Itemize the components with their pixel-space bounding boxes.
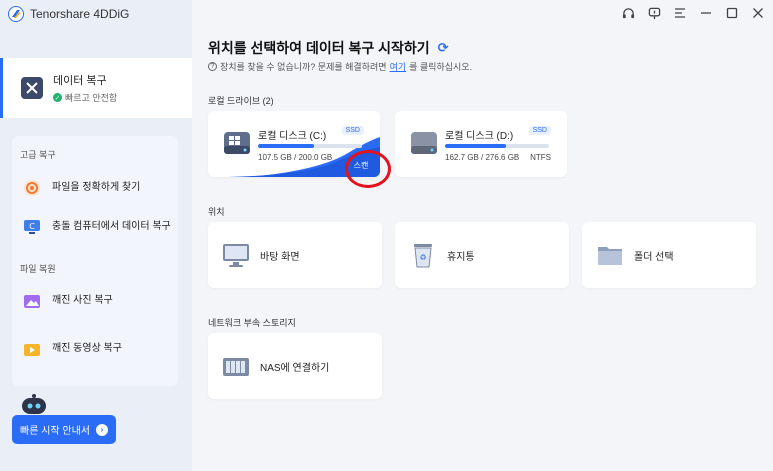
section-local-drives: 로컬 드라이브 (2) <box>208 96 274 106</box>
app-logo: Tenorshare 4DDiG <box>8 6 129 22</box>
video-icon <box>24 344 40 356</box>
sidebar: Tenorshare 4DDiG 데이터 복구 ✓ 빠르고 안전함 고급 복구 … <box>0 0 192 471</box>
sidebar-item-subtitle: ✓ 빠르고 안전함 <box>53 93 118 103</box>
svg-text:C: C <box>29 222 35 231</box>
drive-card-d[interactable]: 로컬 디스크 (D:) SSD 162.7 GB / 276.6 GB NTFS <box>395 111 567 177</box>
location-recycle-bin[interactable]: ♻ 휴지통 <box>395 222 569 288</box>
help-link[interactable]: 여기 <box>390 60 407 73</box>
location-select-folder[interactable]: 폴더 선택 <box>582 222 756 288</box>
main-content: 위치를 선택하여 데이터 복구 시작하기 ⟳ ? 장치를 찾을 수 없습니까? … <box>192 0 773 471</box>
drive-size: 107.5 GB / 200.0 GB <box>258 153 333 162</box>
computer-icon: C <box>24 220 40 234</box>
app-name: Tenorshare 4DDiG <box>30 7 130 21</box>
help-text: ? 장치를 찾을 수 없습니까? 문제를 해결하려면 여기 를 클릭하십시오. <box>208 60 472 73</box>
hard-drive-icon <box>224 132 250 154</box>
sidebar-item-crashed-pc[interactable]: C 충돌 컴퓨터에서 데이터 복구 <box>22 217 172 237</box>
hard-drive-icon <box>411 132 437 154</box>
maximize-icon[interactable] <box>725 6 739 20</box>
arrow-right-icon: › <box>95 423 108 436</box>
sidebar-item-label: 데이터 복구 <box>53 75 107 87</box>
headset-icon[interactable] <box>621 6 635 20</box>
tools-icon <box>21 77 43 99</box>
highlight-circle <box>345 150 391 188</box>
drive-name: 로컬 디스크 (D:) <box>445 131 514 142</box>
feedback-icon[interactable] <box>647 6 661 20</box>
close-icon[interactable] <box>751 6 765 20</box>
menu-icon[interactable] <box>673 6 687 20</box>
sidebar-item-photo-repair[interactable]: 깨진 사진 복구 <box>22 291 172 311</box>
sidebar-item-find-files[interactable]: 파일을 정확하게 찾기 <box>22 178 172 198</box>
ssd-badge: SSD <box>341 126 364 135</box>
sidebar-item-data-recovery[interactable]: 데이터 복구 ✓ 빠르고 안전함 <box>0 58 192 118</box>
usage-bar <box>445 144 549 148</box>
photo-icon <box>24 295 40 308</box>
section-label-file-repair: 파일 복원 <box>20 264 56 274</box>
monitor-icon <box>223 244 249 267</box>
check-icon: ✓ <box>53 93 62 102</box>
sidebar-item-video-repair[interactable]: 깨진 동영상 복구 <box>22 339 172 359</box>
target-icon <box>24 180 40 196</box>
recycle-bin-icon: ♻ <box>414 244 432 268</box>
section-network-storage: 네트워크 부속 스토리지 <box>208 318 296 328</box>
ssd-badge: SSD <box>528 126 551 135</box>
usage-bar-fill <box>258 144 315 148</box>
logo-icon <box>8 6 24 22</box>
usage-bar-fill <box>445 144 507 148</box>
drive-name: 로컬 디스크 (C:) <box>258 131 327 142</box>
question-icon: ? <box>208 62 217 71</box>
location-desktop[interactable]: 바탕 화면 <box>208 222 382 288</box>
section-label-advanced: 고급 복구 <box>20 150 56 160</box>
section-locations: 위치 <box>208 207 225 217</box>
page-title: 위치를 선택하여 데이터 복구 시작하기 ⟳ <box>208 40 449 56</box>
refresh-icon[interactable]: ⟳ <box>438 40 449 56</box>
minimize-icon[interactable] <box>699 6 713 20</box>
location-nas[interactable]: NAS에 연결하기 <box>208 333 382 399</box>
filesystem-label: NTFS <box>530 153 551 162</box>
drive-size: 162.7 GB / 276.6 GB <box>445 153 520 162</box>
svg-text:♻: ♻ <box>419 253 426 262</box>
folder-icon <box>598 247 622 265</box>
usage-bar <box>258 144 362 148</box>
quick-start-button[interactable]: 빠른 시작 안내서 › <box>12 415 116 444</box>
nas-icon <box>223 358 249 376</box>
window-controls <box>621 6 765 20</box>
